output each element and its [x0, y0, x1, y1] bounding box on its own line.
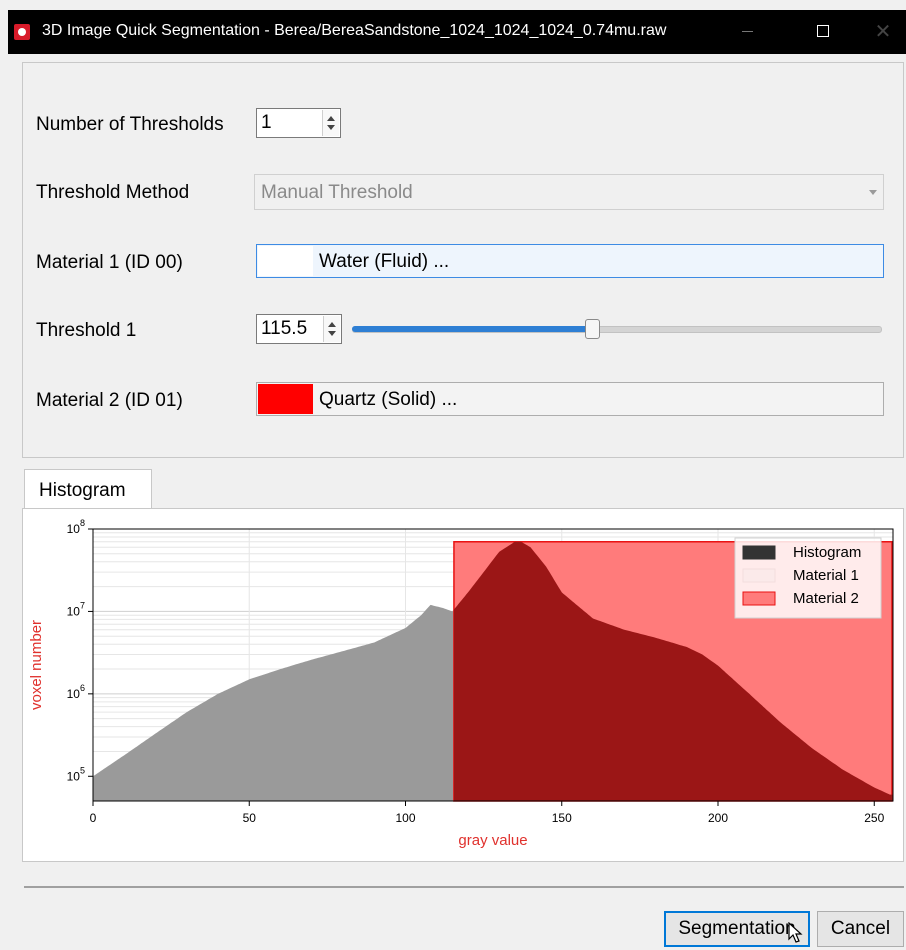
y-tick-label: 105	[67, 765, 85, 783]
spin-arrows[interactable]	[323, 316, 340, 342]
x-tick-label: 0	[90, 811, 97, 825]
threshold1-spinbox[interactable]: 115.5	[256, 314, 342, 344]
legend-entry: Histogram	[793, 544, 861, 561]
x-tick-label: 100	[395, 811, 415, 825]
y-tick-label: 106	[67, 683, 85, 701]
spin-up-icon[interactable]	[328, 322, 336, 327]
material2-label: Material 2 (ID 01)	[36, 390, 183, 411]
legend-swatch	[742, 545, 776, 560]
tab-histogram-label: Histogram	[39, 480, 126, 501]
maximize-icon[interactable]	[800, 14, 846, 48]
material2-button[interactable]: Quartz (Solid) ...	[256, 382, 884, 416]
title-bar: 3D Image Quick Segmentation - Berea/Bere…	[0, 0, 906, 60]
legend-swatch	[742, 568, 776, 583]
material1-label: Material 1 (ID 00)	[36, 252, 183, 273]
spin-down-icon[interactable]	[327, 125, 335, 130]
num-thresholds-value[interactable]: 1	[261, 112, 272, 134]
num-thresholds-label: Number of Thresholds	[36, 114, 224, 135]
threshold1-value[interactable]: 115.5	[261, 318, 307, 340]
x-tick-label: 150	[552, 811, 572, 825]
close-icon[interactable]: ✕	[860, 14, 906, 48]
material2-button-label: Quartz (Solid) ...	[319, 389, 458, 410]
app-icon	[14, 24, 30, 40]
legend-entry: Material 1	[793, 567, 859, 584]
spin-arrows[interactable]	[322, 110, 339, 136]
x-tick-label: 200	[708, 811, 728, 825]
cancel-button[interactable]: Cancel	[817, 911, 904, 947]
material1-color-swatch	[258, 246, 313, 276]
spin-up-icon[interactable]	[327, 116, 335, 121]
y-tick-label: 107	[67, 600, 85, 618]
window-title: 3D Image Quick Segmentation - Berea/Bere…	[42, 22, 667, 39]
threshold-method-label: Threshold Method	[36, 182, 190, 203]
material1-button-label: Water (Fluid) ...	[319, 251, 450, 272]
x-axis-label: gray value	[458, 832, 527, 849]
histogram-chart: 0 50 100 150 200 250 105 106 107 108 gray value vox…	[28, 518, 894, 849]
material2-color-swatch	[258, 384, 313, 414]
minimize-icon[interactable]	[724, 14, 770, 48]
num-thresholds-spinbox[interactable]: 1	[256, 108, 341, 138]
spin-down-icon[interactable]	[328, 331, 336, 336]
slider-handle[interactable]	[585, 319, 600, 339]
threshold-method-value: Manual Threshold	[261, 182, 413, 203]
material1-button[interactable]: Water (Fluid) ...	[256, 244, 884, 278]
slider-fill	[352, 326, 589, 332]
cursor-icon	[788, 922, 803, 943]
histogram-material1-area	[93, 604, 454, 801]
threshold1-label: Threshold 1	[36, 320, 137, 341]
separator	[24, 886, 904, 888]
threshold1-slider[interactable]	[352, 314, 882, 344]
y-axis-label: voxel number	[28, 620, 45, 710]
threshold-method-combo[interactable]: Manual Threshold	[254, 174, 884, 210]
chevron-down-icon	[869, 190, 877, 195]
legend-entry: Material 2	[793, 590, 859, 607]
legend-swatch	[742, 591, 776, 606]
x-tick-label: 50	[243, 811, 257, 825]
y-tick-label: 108	[67, 518, 85, 536]
tab-histogram[interactable]: Histogram	[24, 469, 152, 509]
x-tick-label: 250	[864, 811, 884, 825]
